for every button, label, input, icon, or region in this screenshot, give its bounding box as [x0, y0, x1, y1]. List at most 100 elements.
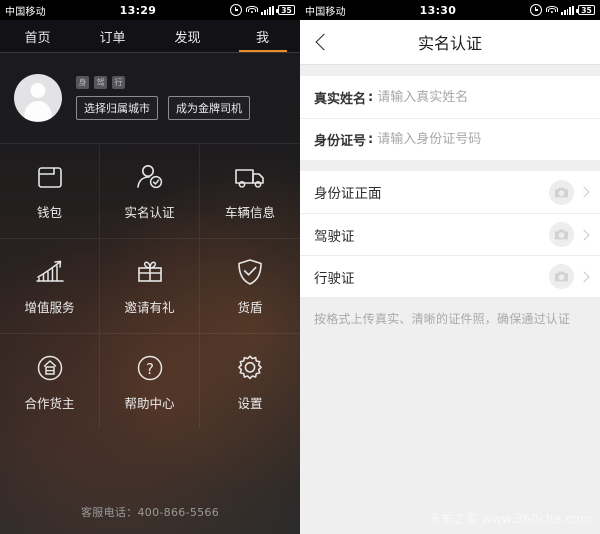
avatar[interactable] [14, 74, 62, 122]
menu-grid: 钱包 实名认证 车辆信息 增值服务 邀请有礼 货盾 合作货主 ? 帮助中心 设置 [0, 143, 300, 429]
grid-label-help-center: 帮助中心 [124, 395, 175, 411]
grid-item-cargo-shield[interactable]: 货盾 [200, 239, 300, 334]
status-icons: 35 [230, 4, 295, 16]
upload-row-id-front[interactable]: 身份证正面 [300, 171, 600, 213]
grid-label-settings: 设置 [237, 395, 263, 411]
tab-me[interactable]: 我 [225, 20, 300, 52]
identity-form: 真实姓名 : 身份证号 : [300, 76, 600, 160]
chart-growth-icon [33, 256, 67, 288]
section-gap-top [300, 65, 600, 76]
alarm-icon [230, 4, 243, 16]
camera-icon[interactable] [549, 179, 574, 205]
tab-discover-label: 发现 [174, 30, 201, 46]
grid-item-invite[interactable]: 邀请有礼 [100, 239, 200, 334]
left-content: 首页 订单 发现 我 身 驾 行 选择归属城市 成为金牌司机 钱包 实名认证 车… [0, 20, 300, 534]
grid-label-value-added-service: 增值服务 [24, 300, 75, 315]
battery-icon: 35 [276, 5, 295, 15]
wifi-icon [245, 5, 258, 15]
profile-details: 身 驾 行 选择归属城市 成为金牌司机 [76, 76, 250, 120]
right-content: 实名认证 真实姓名 : 身份证号 : 身份证正面 [300, 20, 600, 534]
svg-text:?: ? [146, 360, 154, 378]
grid-label-vehicle-info: 车辆信息 [224, 205, 275, 220]
colon-real-name: : [368, 89, 374, 105]
back-button[interactable] [300, 20, 344, 64]
top-tab-bar: 首页 订单 发现 我 [0, 20, 300, 52]
tab-orders[interactable]: 订单 [75, 20, 150, 52]
grid-item-help-center[interactable]: ? 帮助中心 [100, 334, 200, 429]
section-gap-middle [300, 160, 600, 171]
upload-row-vehicle-license[interactable]: 行驶证 [300, 255, 600, 297]
screenshot-root: 中国移动 13:29 35 首页 订单 发现 我 身 驾 行 选择归属城市 成为… [0, 0, 600, 534]
status-icons: 35 [530, 4, 595, 16]
truck-icon [233, 161, 267, 193]
tab-discover[interactable]: 发现 [150, 20, 225, 52]
wallet-icon [33, 161, 67, 193]
status-clock: 13:30 [419, 3, 457, 17]
status-bar-right: 中国移动 13:30 35 [300, 0, 600, 20]
grid-label-wallet: 钱包 [36, 205, 62, 220]
gear-icon [233, 352, 267, 384]
question-circle-icon: ? [133, 352, 167, 384]
upload-row-driver-license[interactable]: 驾驶证 [300, 213, 600, 255]
grid-label-partner-shipper: 合作货主 [24, 395, 75, 411]
chevron-right-icon [578, 186, 590, 198]
profile-buttons: 选择归属城市 成为金牌司机 [76, 96, 250, 120]
carrier-label: 中国移动 [5, 6, 46, 18]
badge-id-card: 身 [76, 76, 89, 89]
grid-item-verification[interactable]: 实名认证 [100, 144, 200, 239]
grid-label-invite: 邀请有礼 [124, 300, 175, 315]
cooperation-circle-icon [33, 352, 67, 384]
profile-header: 身 驾 行 选择归属城市 成为金牌司机 [0, 53, 300, 143]
signal-icon [261, 5, 274, 15]
form-row-real-name[interactable]: 真实姓名 : [300, 76, 600, 118]
carrier-label: 中国移动 [305, 6, 346, 18]
battery-icon: 35 [576, 5, 595, 15]
watermark: 卡车之家 www.360che.com [428, 512, 592, 526]
colon-id-number: : [368, 132, 374, 147]
shield-check-icon [233, 256, 267, 288]
camera-icon[interactable] [549, 222, 574, 247]
grid-item-settings[interactable]: 设置 [200, 334, 300, 429]
verification-badges: 身 驾 行 [76, 76, 250, 89]
upload-label-vehicle-license: 行驶证 [314, 270, 355, 287]
status-clock: 13:29 [119, 3, 157, 17]
label-id-number: 身份证号 [314, 134, 367, 149]
left-screen-profile: 中国移动 13:29 35 首页 订单 发现 我 身 驾 行 选择归属城市 成为… [0, 0, 300, 534]
badge-vehicle-license: 行 [112, 76, 125, 89]
gift-icon [133, 256, 167, 288]
grid-label-cargo-shield: 货盾 [237, 300, 263, 315]
camera-icon[interactable] [549, 264, 574, 289]
badge-driver-license: 驾 [94, 76, 107, 89]
label-real-name: 真实姓名 [314, 91, 367, 107]
upload-hint-text: 按格式上传真实、清晰的证件照，确保通过认证 [314, 312, 571, 326]
grid-item-value-added-service[interactable]: 增值服务 [0, 239, 100, 334]
grid-item-vehicle-info[interactable]: 车辆信息 [200, 144, 300, 239]
chevron-right-icon [578, 228, 590, 241]
right-screen-verification: 中国移动 13:30 35 实名认证 真实姓名: 请输入真实姓名 身份证号:… [300, 0, 600, 534]
tab-home-label: 首页 [24, 30, 51, 46]
tab-me-label: 我 [255, 30, 269, 46]
title-bar: 实名认证 [300, 20, 600, 65]
tab-orders-label: 订单 [99, 30, 126, 46]
tab-home[interactable]: 首页 [0, 20, 75, 52]
back-chevron-icon [315, 33, 333, 51]
document-upload-list: 身份证正面 驾驶证 行驶证 [300, 171, 600, 297]
upload-label-driver-license: 驾驶证 [314, 228, 355, 245]
grid-item-partner-shipper[interactable]: 合作货主 [0, 334, 100, 429]
status-bar-left: 中国移动 13:29 35 [0, 0, 300, 20]
grid-item-wallet[interactable]: 钱包 [0, 144, 100, 239]
page-title: 实名认证 [417, 34, 482, 53]
grid-label-verification: 实名认证 [124, 205, 175, 220]
user-verified-icon [133, 161, 167, 193]
signal-icon [561, 5, 574, 15]
id-number-input[interactable] [377, 132, 586, 147]
wifi-icon [545, 5, 558, 15]
upload-label-id-front: 身份证正面 [314, 186, 382, 202]
real-name-input[interactable] [377, 89, 586, 105]
chevron-right-icon [578, 270, 590, 283]
alarm-icon [530, 4, 543, 16]
become-gold-driver-button[interactable]: 成为金牌司机 [168, 96, 250, 120]
service-phone-label[interactable]: 客服电话：400-866-5566 [0, 504, 300, 520]
form-row-id-number[interactable]: 身份证号 : [300, 118, 600, 160]
select-city-button[interactable]: 选择归属城市 [76, 96, 158, 120]
